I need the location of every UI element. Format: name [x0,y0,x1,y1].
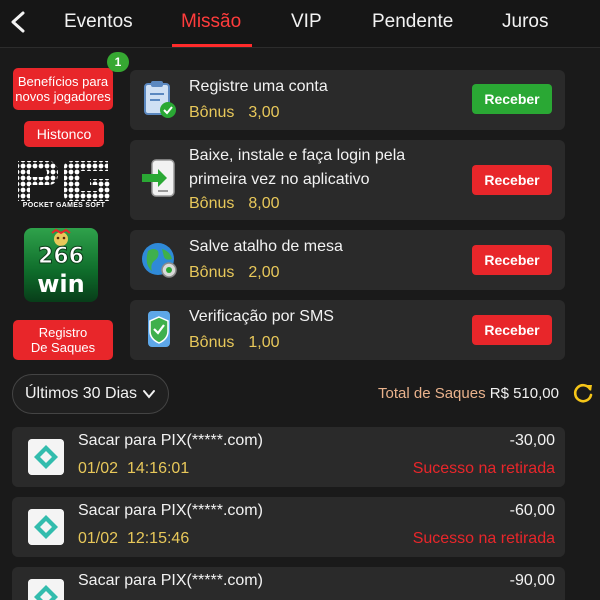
mission-title: Baixe, instale e faça login pela [189,147,406,164]
bonus-value: 1,00 [248,334,280,351]
mission-title: Verificação por SMS [189,308,334,325]
withdrawal-time: 14:16:01 [126,460,190,477]
bonus-label: Bônus [189,334,235,351]
withdrawal-time: 12:15:46 [126,530,190,547]
active-tab-indicator [172,44,252,47]
bonus-label: Bônus [189,104,235,121]
withdrawal-datetime: 01/02 12:15:46 [78,530,189,548]
app-logo-number: 266 [38,244,85,270]
mission-bonus: Bônus 3,00 [189,104,280,122]
tab-eventos[interactable]: Eventos [64,10,133,40]
withdrawal-datetime: 01/02 14:16:01 [78,460,189,478]
withdrawal-date: 01/02 [78,460,119,477]
266win-app-logo: 266 win [24,228,98,302]
pix-icon [28,439,64,475]
withdrawal-amount: -30,00 [509,432,555,449]
withdrawal-status: Sucesso na retirada [412,460,555,477]
tab-juros[interactable]: Juros [502,10,548,40]
clipboard-check-icon [144,81,176,118]
benefits-label-line2: novos jogadores [15,89,111,104]
withdrawal-amount: -60,00 [509,502,555,519]
mission-bonus: Bônus 2,00 [189,264,280,282]
pg-caption: POCKET GAMES SOFT [22,202,106,209]
withdrawal-row[interactable]: Sacar para PIX(*****.com) -90,00 [12,567,565,600]
app-logo-word: win [37,270,85,298]
withdraw-record-line1: Registro [38,325,88,340]
mission-bonus: Bônus 1,00 [189,334,280,352]
mission-bonus: Bônus 8,00 [189,195,280,213]
mission-card: Baixe, instale e faça login pela primeir… [130,140,565,220]
receive-button[interactable]: Receber [472,84,552,114]
total-label: Total de Saques [378,385,486,402]
mission-card: Salve atalho de mesa Bônus 2,00 Receber [130,230,565,290]
mission-title: Registre uma conta [189,78,328,95]
history-button[interactable]: Histonco [24,121,104,147]
top-navigation: Eventos Missão VIP Pendente Juros [0,0,600,48]
receive-button[interactable]: Receber [472,245,552,275]
withdrawal-status: Sucesso na retirada [412,530,555,547]
pix-icon [28,579,64,600]
mission-card: Registre uma conta Bônus 3,00 Receber [130,70,565,130]
mission-card: Verificação por SMS Bônus 1,00 Receber [130,300,565,360]
globe-shortcut-icon [142,243,177,278]
period-filter-label: Últimos 30 Dias [25,385,138,402]
refresh-icon[interactable] [572,382,594,404]
withdrawal-row[interactable]: Sacar para PIX(*****.com) 01/02 14:16:01… [12,427,565,487]
receive-button[interactable]: Receber [472,165,552,195]
withdrawal-row[interactable]: Sacar para PIX(*****.com) 01/02 12:15:46… [12,497,565,557]
withdrawal-title: Sacar para PIX(*****.com) [78,502,263,519]
withdrawal-date: 01/02 [78,530,119,547]
withdrawal-title: Sacar para PIX(*****.com) [78,572,263,589]
new-player-benefits-button[interactable]: Benefícios para novos jogadores [13,68,113,110]
shield-phone-icon [148,311,170,347]
notification-badge: 1 [107,52,129,72]
bonus-value: 3,00 [248,104,280,121]
back-arrow-icon[interactable] [4,6,34,38]
benefits-label-line1: Benefícios para [17,74,109,89]
chevron-down-icon [143,390,155,399]
tab-vip[interactable]: VIP [291,10,322,40]
phone-download-icon [142,159,175,197]
receive-button[interactable]: Receber [472,315,552,345]
bonus-label: Bônus [189,195,235,212]
total-value: R$ 510,00 [489,385,559,402]
total-withdrawals: Total de Saques R$ 510,00 [378,385,559,402]
tab-pendente[interactable]: Pendente [372,10,453,40]
mission-title: Salve atalho de mesa [189,238,343,255]
bonus-value: 8,00 [248,195,280,212]
withdraw-record-button[interactable]: Registro De Saques [13,320,113,360]
tab-missao[interactable]: Missão [181,10,241,40]
withdraw-record-line2: De Saques [30,340,96,355]
bonus-label: Bônus [189,264,235,281]
period-filter-dropdown[interactable]: Últimos 30 Dias [12,374,169,414]
withdrawal-amount: -90,00 [509,572,555,589]
withdrawal-title: Sacar para PIX(*****.com) [78,432,263,449]
pix-icon [28,509,64,545]
bonus-value: 2,00 [248,264,280,281]
mission-title-line2: primeira vez no aplicativo [189,171,370,188]
